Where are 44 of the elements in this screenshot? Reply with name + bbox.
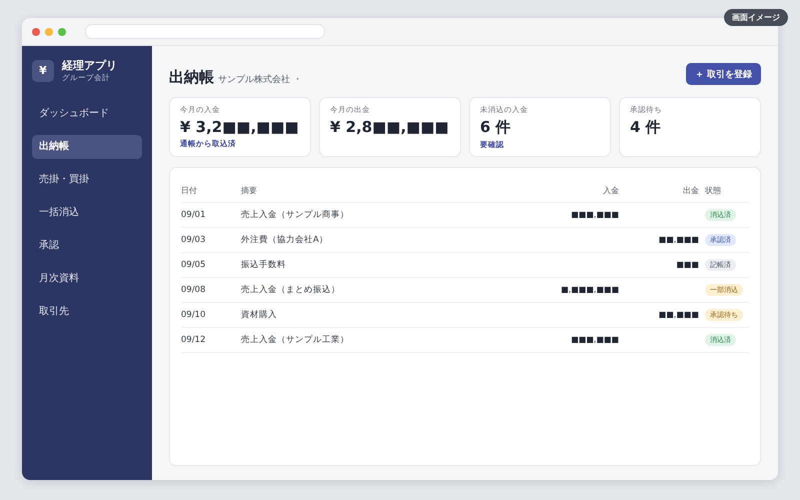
sidebar-item[interactable]: 一括消込 xyxy=(32,201,142,225)
app-name: 経理アプリ xyxy=(62,58,117,73)
table-cell-text: 09/01 xyxy=(181,210,206,220)
column-header: 入金 xyxy=(602,184,619,196)
column-header: 出金 xyxy=(682,184,699,196)
table-cell-text: 資材購入 xyxy=(241,309,278,321)
table-cell: ■,■■■,■■■ xyxy=(561,285,619,294)
table-cell: ■■■,■■■ xyxy=(571,210,619,219)
app-logo: ¥ xyxy=(32,60,54,82)
minimize-dot-icon[interactable] xyxy=(45,28,53,36)
table-cell-text: 売上入金（サンプル工業） xyxy=(241,334,350,346)
sidebar-item[interactable]: 出納帳 xyxy=(32,135,142,159)
table-cell: ■■,■■■ xyxy=(658,310,699,319)
table-cell-text: 09/05 xyxy=(181,260,206,270)
screen-image-badge: 画面イメージ xyxy=(724,9,788,26)
maximize-dot-icon[interactable] xyxy=(58,28,66,36)
card-value: ¥ 3,2■■,■■■ xyxy=(180,118,300,136)
sidebar-item[interactable]: ダッシュボード xyxy=(32,102,142,126)
company-name: サンプル株式会社 ・ xyxy=(218,73,302,86)
table-cell-text: 09/12 xyxy=(181,335,206,345)
column-header: 日付 xyxy=(181,184,198,196)
table-cell: ■■■ xyxy=(676,260,699,269)
table-cell-text: 売上入金（まとめ振込） xyxy=(241,284,341,296)
add-transaction-button[interactable]: ＋ 取引を登録 xyxy=(686,63,761,85)
table-cell-text: 09/03 xyxy=(181,235,206,245)
address-bar[interactable] xyxy=(85,24,325,39)
table-cell: ■■,■■■ xyxy=(658,235,699,244)
table-cell: ■■■,■■■ xyxy=(571,335,619,344)
sidebar-item[interactable]: 売掛・買掛 xyxy=(32,168,142,192)
table-cell-text: 09/10 xyxy=(181,310,206,320)
table-cell-text: 振込手数料 xyxy=(241,259,287,271)
card-value: ¥ 2,8■■,■■■ xyxy=(330,118,450,136)
sidebar-item[interactable]: 承認 xyxy=(32,234,142,258)
table-cell-text: 外注費（協力会社A） xyxy=(241,234,329,246)
table-cell-text: 売上入金（サンプル商事） xyxy=(241,209,350,221)
page-title: 出納帳 xyxy=(169,68,214,86)
column-header: 摘要 xyxy=(241,184,258,196)
sidebar-item[interactable]: 月次資料 xyxy=(32,267,142,291)
column-header: 状態 xyxy=(704,184,722,196)
sidebar-item[interactable]: 取引先 xyxy=(32,300,142,324)
card-value: 6 件 xyxy=(480,118,512,137)
table-cell-text: 09/08 xyxy=(181,285,206,295)
close-dot-icon[interactable] xyxy=(32,28,40,36)
card-value: 4 件 xyxy=(630,118,662,137)
